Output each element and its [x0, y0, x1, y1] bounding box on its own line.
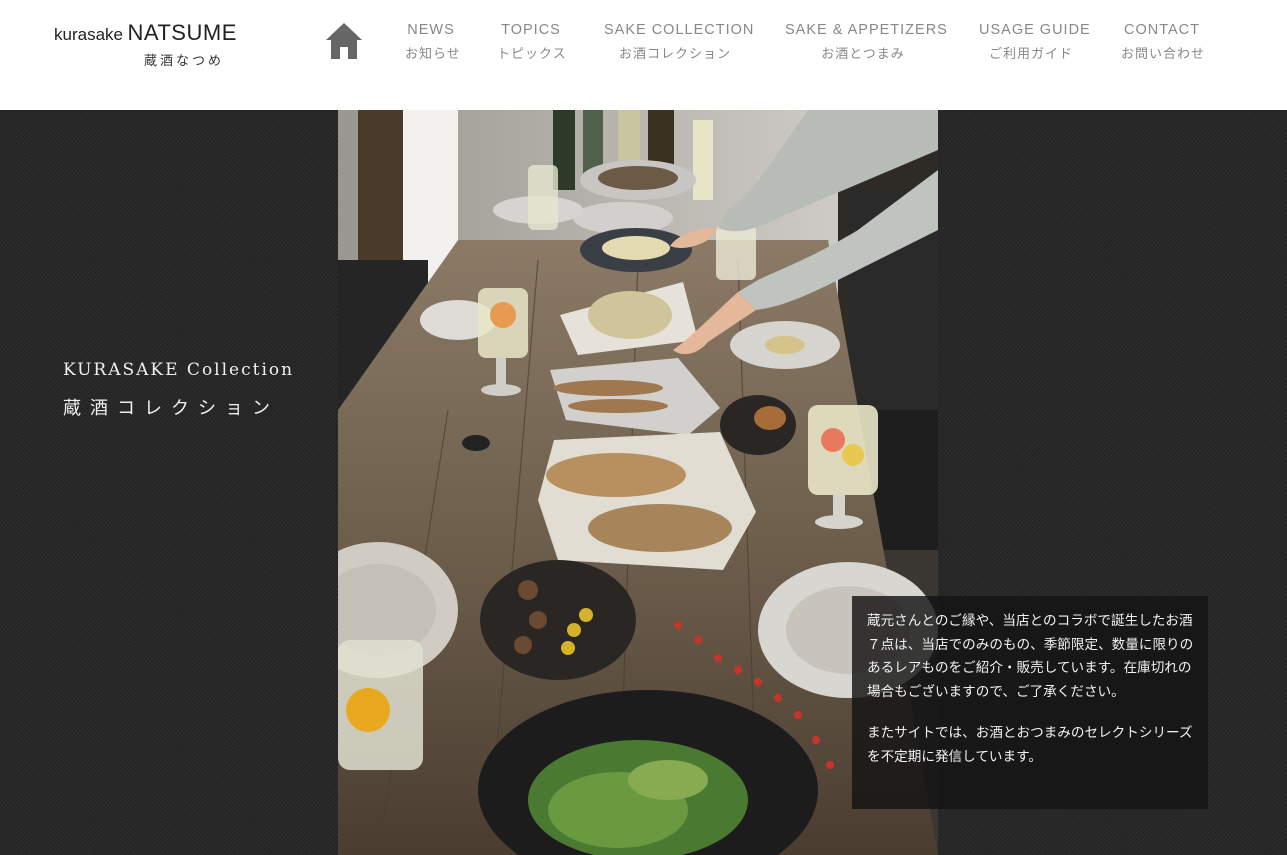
home-button[interactable]	[325, 22, 363, 60]
description-paragraph-1: 蔵元さんとのご縁や、当店とのコラボで誕生したお酒７点は、当店でのみのもの、季節限…	[867, 613, 1194, 700]
nav-sake-appetizers[interactable]: SAKE & APPETIZERS お酒とつまみ	[785, 22, 948, 62]
nav-usage-guide-ja: ご利用ガイド	[988, 47, 1073, 62]
nav-sake-collection[interactable]: SAKE COLLECTION お酒コレクション	[604, 22, 755, 62]
logo-text: kurasake NATSUME	[54, 20, 237, 46]
nav-topics-ja: トピックス	[497, 47, 567, 62]
hero-photo-table-spread	[338, 110, 938, 855]
nav-topics-en: TOPICS	[501, 22, 561, 38]
nav-sake-collection-en: SAKE COLLECTION	[604, 22, 755, 38]
description-paragraph-2: またサイトでは、お酒とおつまみのセレクトシリーズを不定期に発信しています。	[867, 725, 1193, 765]
hero-title-english: KURASAKE Collection	[63, 360, 295, 380]
nav-contact-ja: お問い合わせ	[1121, 47, 1206, 62]
nav-news-en: NEWS	[407, 22, 455, 38]
nav-news[interactable]: NEWS お知らせ	[405, 22, 461, 62]
home-icon	[326, 23, 362, 59]
hero-title: KURASAKE Collection 蔵酒コレクション	[63, 360, 294, 420]
nav-usage-guide[interactable]: USAGE GUIDE ご利用ガイド	[979, 22, 1091, 62]
nav-topics[interactable]: TOPICS トピックス	[497, 22, 567, 62]
nav-sake-appetizers-ja: お酒とつまみ	[821, 47, 905, 62]
logo-japanese-text: 蔵酒なつめ	[144, 54, 225, 69]
site-logo[interactable]: kurasake NATSUME 蔵酒なつめ	[54, 20, 237, 69]
logo-big-text: NATSUME	[127, 20, 237, 45]
nav-sake-collection-ja: お酒コレクション	[618, 47, 731, 62]
description-box: 蔵元さんとのご縁や、当店とのコラボで誕生したお酒７点は、当店でのみのもの、季節限…	[852, 596, 1208, 809]
nav-contact[interactable]: CONTACT お問い合わせ	[1121, 22, 1206, 62]
nav-contact-en: CONTACT	[1123, 22, 1200, 38]
hero-section: KURASAKE Collection 蔵酒コレクション 蔵元さんとのご縁や、当…	[0, 110, 1287, 855]
nav-sake-appetizers-en: SAKE & APPETIZERS	[785, 22, 948, 38]
nav-usage-guide-en: USAGE GUIDE	[979, 22, 1091, 38]
nav-news-ja: お知らせ	[405, 47, 461, 62]
hero-title-japanese: 蔵酒コレクション	[63, 398, 279, 419]
logo-small-text: kurasake	[54, 25, 123, 44]
site-header: kurasake NATSUME 蔵酒なつめ NEWS お知らせ TOPICS …	[0, 0, 1287, 110]
